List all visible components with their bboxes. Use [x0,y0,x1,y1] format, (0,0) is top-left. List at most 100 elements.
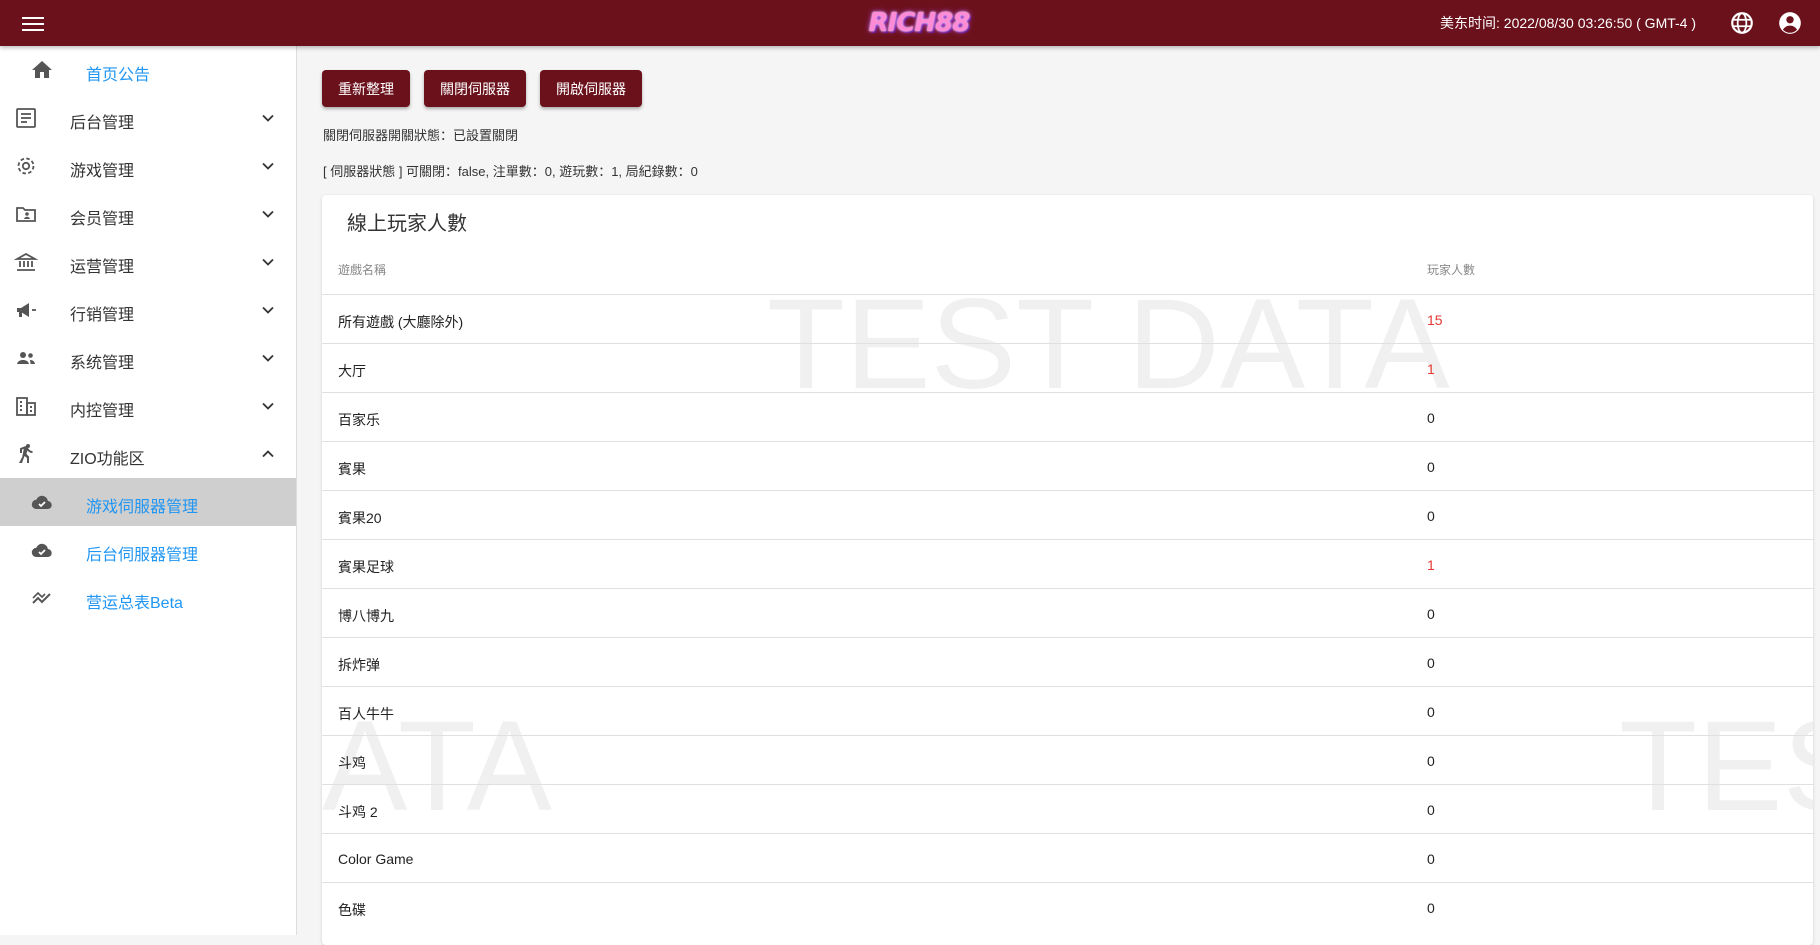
main-content: 重新整理 關閉伺服器 開啟伺服器 關閉伺服器開關狀態：已設置關閉 [ 伺服器狀態… [297,46,1820,945]
sidebar-item-member-management[interactable]: 会员管理 [0,190,296,238]
chevron-down-icon [262,162,274,170]
folder-user-icon [16,207,36,222]
runner-icon [19,444,33,463]
game-name-cell: Color Game [338,851,414,867]
sidebar-item-zio-functions[interactable]: ZIO功能区 [0,430,296,478]
rich88-logo[interactable]: RICH88 [869,4,971,42]
table-row: 斗鸡 0 [322,735,1813,784]
gear-icon [17,157,35,175]
table-row: 百人牛牛 0 [322,686,1813,735]
player-count-cell: 0 [1427,851,1435,867]
player-count-cell: 0 [1427,802,1435,818]
sidebar-item-label: 行销管理 [70,307,135,324]
sidebar-item-game-management[interactable]: 游戏管理 [0,142,296,190]
table-row: 大厅 1 [322,343,1813,392]
server-switch-status: 關閉伺服器開關狀態：已設置關閉 [323,128,519,143]
chevron-down-icon [262,306,274,314]
account-circle-icon[interactable] [1777,10,1803,36]
player-count-cell: 1 [1427,557,1435,573]
close-server-button[interactable]: 關閉伺服器 [424,70,526,107]
sidebar-item-label: 游戏管理 [70,163,135,180]
player-count-cell: 0 [1427,508,1435,524]
chevron-down-icon [262,402,274,410]
sidebar-item-label: ZIO功能区 [70,451,145,468]
table-row: Color Game 0 [322,833,1813,882]
player-count-cell: 0 [1427,655,1435,671]
player-count-cell: 1 [1427,361,1435,377]
game-name-cell: 博八博九 [338,608,394,624]
sidebar-item-label: 运营管理 [70,259,135,276]
sidebar-item-marketing-management[interactable]: 行销管理 [0,286,296,334]
sidebar-item-backend-server-management[interactable]: 后台伺服器管理 [0,526,296,574]
megaphone-icon [17,303,36,317]
card-title: 線上玩家人數 [347,213,467,235]
game-name-cell: 賓果20 [338,510,382,526]
sidebar-item-backend-management[interactable]: 后台管理 [0,94,296,142]
chevron-down-icon [262,258,274,266]
player-count-cell: 15 [1427,312,1443,328]
sidebar-item-home-announcement[interactable]: 首页公告 [0,46,296,94]
table-row: 賓果20 0 [322,490,1813,539]
people-icon [17,352,35,364]
game-name-cell: 賓果 [338,461,366,477]
table-row: 博八博九 0 [322,588,1813,637]
sidebar-item-label: 会员管理 [70,211,135,228]
sidebar-item-internal-control[interactable]: 内控管理 [0,382,296,430]
game-name-cell: 所有遊戲 (大廳除外) [338,314,464,330]
table-row: 拆炸弹 0 [322,637,1813,686]
sidebar-item-system-management[interactable]: 系统管理 [0,334,296,382]
sidebar-item-operations-management[interactable]: 运营管理 [0,238,296,286]
refresh-button[interactable]: 重新整理 [322,70,410,107]
chevron-down-icon [262,210,274,218]
logo-text: RICH88 [868,8,971,38]
table-row: 斗鸡 2 0 [322,784,1813,833]
column-header-game-name: 遊戲名稱 [338,263,387,277]
chevron-down-icon [262,114,274,122]
table-row: 賓果足球 1 [322,539,1813,588]
table-row: 賓果 0 [322,441,1813,490]
player-count-cell: 0 [1427,753,1435,769]
game-name-cell: 大厅 [338,363,366,379]
player-count-cell: 0 [1427,900,1435,916]
us-east-clock: 美东时间: 2022/08/30 03:26:50 ( GMT-4 ) [1440,15,1697,31]
game-name-cell: 百家乐 [338,412,380,428]
cloud-check-icon [31,495,52,510]
table-row: 百家乐 0 [322,392,1813,441]
globe-icon[interactable] [1729,10,1755,36]
game-name-cell: 斗鸡 [338,755,366,771]
open-server-button[interactable]: 開啟伺服器 [540,70,642,107]
chevron-down-icon [262,354,274,362]
cloud-check-icon [31,543,52,558]
sidebar-item-game-server-management[interactable]: 游戏伺服器管理 [0,478,296,526]
online-players-card: TEST DATA ATA TES 線上玩家人數 遊戲名稱 玩家人數 所有遊戲 … [322,195,1813,945]
menu-icon[interactable] [22,13,44,33]
column-header-player-count: 玩家人數 [1427,263,1476,277]
home-icon [32,61,52,78]
sidebar-item-label: 后台管理 [70,115,135,132]
player-count-cell: 0 [1427,606,1435,622]
game-name-cell: 百人牛牛 [338,706,394,722]
player-count-cell: 0 [1427,704,1435,720]
building-icon [16,397,36,416]
sidebar: 首页公告 后台管理 游戏管理 会员管理 运营管理 行销管理 系统管理 内控管理 … [0,46,297,935]
game-name-cell: 斗鸡 2 [338,804,378,820]
sidebar-item-label: 后台伺服器管理 [86,547,199,564]
list-icon [16,108,36,128]
chevron-up-icon [262,450,274,458]
sidebar-item-label: 首页公告 [86,67,151,84]
game-name-cell: 拆炸弹 [338,657,380,673]
table-row: 所有遊戲 (大廳除外) 15 [322,294,1813,343]
sidebar-item-label: 系统管理 [70,355,135,372]
sidebar-item-operations-summary-beta[interactable]: 营运总表Beta [0,574,296,622]
game-name-cell: 賓果足球 [338,559,394,575]
sidebar-item-label: 营运总表Beta [86,595,183,612]
game-name-cell: 色碟 [338,902,366,918]
player-count-cell: 0 [1427,410,1435,426]
trending-icon [32,591,51,604]
sidebar-item-label: 内控管理 [70,403,135,420]
sidebar-item-label: 游戏伺服器管理 [86,499,199,516]
server-status: [ 伺服器狀態 ] 可關閉：false, 注單數：0, 遊玩數：1, 局紀錄數：… [323,164,698,179]
player-count-cell: 0 [1427,459,1435,475]
top-app-bar: RICH88 美东时间: 2022/08/30 03:26:50 ( GMT-4… [0,0,1820,46]
table-row: 色碟 0 [322,882,1813,931]
